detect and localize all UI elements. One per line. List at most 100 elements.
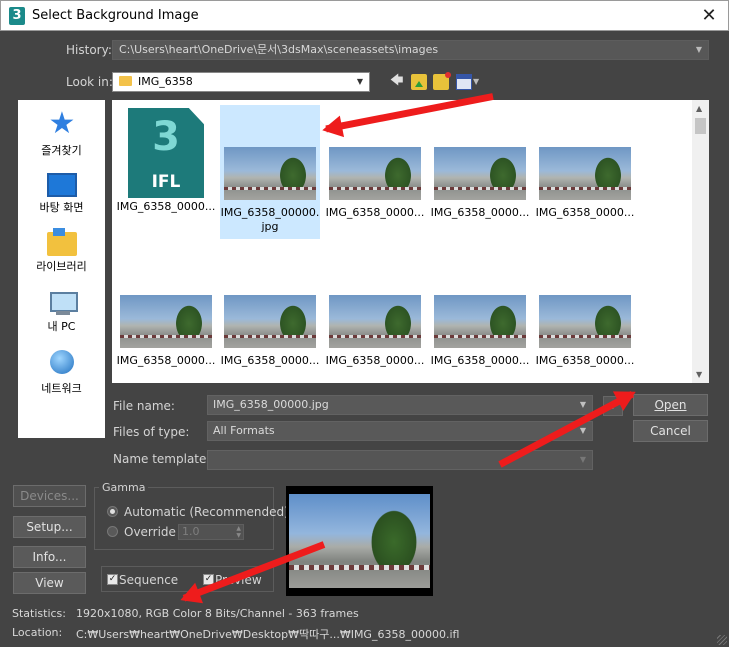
scroll-up-icon[interactable]: ▲ bbox=[696, 104, 702, 113]
devices-button[interactable]: Devices... bbox=[13, 485, 86, 507]
image-thumbnail bbox=[224, 295, 316, 348]
file-list-scrollbar[interactable]: ▲ ▼ bbox=[692, 100, 709, 383]
image-thumbnail bbox=[224, 147, 316, 200]
file-name-value: IMG_6358_00000.jpg bbox=[213, 398, 329, 411]
file-name-text: IMG_6358_0000... bbox=[430, 206, 530, 219]
statistics-label: Statistics: bbox=[12, 607, 66, 620]
history-dropdown[interactable]: C:\Users\heart\OneDrive\문서\3dsMax\scenea… bbox=[112, 40, 709, 60]
file-name-text: IMG_6358_0000... bbox=[116, 200, 216, 213]
name-template-dropdown[interactable]: ▼ bbox=[207, 450, 593, 470]
places-bar: 즐겨찾기 바탕 화면 라이브러리 내 PC 네트워크 bbox=[18, 100, 105, 438]
look-in-dropdown[interactable]: IMG_6358 ▼ bbox=[112, 72, 370, 92]
file-name-text: IMG_6358_0000... bbox=[220, 354, 320, 367]
file-item[interactable]: IMG_6358_0000... bbox=[535, 295, 635, 368]
file-item[interactable]: IMG_6358_0000... bbox=[325, 147, 425, 220]
file-name-text: IMG_6358_0000... bbox=[535, 354, 635, 367]
chevron-down-icon[interactable]: ▼ bbox=[473, 77, 483, 93]
favorites-star-icon bbox=[47, 106, 77, 141]
look-in-label: Look in: bbox=[66, 75, 113, 89]
image-thumbnail bbox=[329, 295, 421, 348]
up-one-level-icon[interactable] bbox=[411, 74, 427, 90]
image-preview bbox=[286, 486, 433, 596]
file-item[interactable]: IMG_6358_0000... bbox=[535, 147, 635, 220]
files-of-type-value: All Formats bbox=[213, 424, 275, 437]
file-name-text: IMG_6358_0000... bbox=[535, 206, 635, 219]
chevron-down-icon: ▼ bbox=[579, 400, 586, 409]
place-library[interactable]: 라이브러리 bbox=[18, 228, 105, 287]
spin-up-icon[interactable]: ▲ bbox=[236, 525, 241, 532]
gamma-override-radio[interactable] bbox=[107, 526, 118, 537]
gamma-override-spinner[interactable]: 1.0 ▲ ▼ bbox=[178, 524, 244, 540]
image-thumbnail bbox=[539, 295, 631, 348]
info-button[interactable]: Info... bbox=[13, 546, 86, 568]
image-thumbnail bbox=[329, 147, 421, 200]
sequence-checkbox[interactable]: ✓ bbox=[107, 574, 118, 585]
desktop-icon bbox=[46, 173, 77, 197]
view-button[interactable]: View bbox=[13, 572, 86, 594]
setup-button[interactable]: Setup... bbox=[13, 516, 86, 538]
name-template-label: Name template: bbox=[113, 452, 211, 466]
chevron-down-icon: ▼ bbox=[579, 455, 586, 464]
folder-icon bbox=[119, 76, 132, 86]
file-item-selected[interactable]: IMG_6358_00000.jpg bbox=[220, 105, 320, 239]
scrollbar-thumb[interactable] bbox=[695, 118, 706, 134]
file-item-ifl[interactable]: 3 IFL IMG_6358_0000... bbox=[116, 108, 216, 214]
place-label: 바탕 화면 bbox=[39, 201, 84, 214]
image-thumbnail bbox=[539, 147, 631, 200]
file-item[interactable]: IMG_6358_0000... bbox=[430, 295, 530, 368]
statistics-value: 1920x1080, RGB Color 8 Bits/Channel - 36… bbox=[76, 607, 359, 620]
spin-down-icon[interactable]: ▼ bbox=[236, 532, 241, 539]
open-button[interactable]: Open bbox=[633, 394, 708, 416]
history-label: History: bbox=[66, 43, 112, 57]
file-item[interactable]: IMG_6358_0000... bbox=[430, 147, 530, 220]
place-this-pc[interactable]: 내 PC bbox=[18, 289, 105, 347]
place-desktop[interactable]: 바탕 화면 bbox=[18, 170, 105, 228]
back-arrow-icon[interactable]: 🡄 bbox=[390, 74, 406, 90]
cancel-button[interactable]: Cancel bbox=[633, 420, 708, 442]
file-item[interactable]: IMG_6358_0000... bbox=[325, 295, 425, 368]
3dsmax-app-icon: 3 bbox=[9, 7, 25, 25]
ifl-icon-glyph: 3 bbox=[152, 114, 180, 160]
preview-image bbox=[289, 494, 430, 588]
file-name-input[interactable]: IMG_6358_00000.jpg ▼ bbox=[207, 395, 593, 415]
files-of-type-dropdown[interactable]: All Formats ▼ bbox=[207, 421, 593, 441]
files-of-type-label: Files of type: bbox=[113, 425, 190, 439]
image-thumbnail bbox=[434, 295, 526, 348]
ifl-file-icon: 3 IFL bbox=[128, 108, 204, 198]
scroll-down-icon[interactable]: ▼ bbox=[696, 370, 702, 379]
image-thumbnail bbox=[434, 147, 526, 200]
resize-grip-icon[interactable] bbox=[717, 635, 727, 645]
gamma-automatic-radio[interactable] bbox=[107, 506, 118, 517]
sequence-label: Sequence bbox=[119, 573, 179, 587]
place-label: 내 PC bbox=[47, 320, 76, 333]
gamma-override-value: 1.0 bbox=[182, 525, 200, 538]
spinner-arrows-icon[interactable]: ▲ ▼ bbox=[236, 525, 241, 539]
place-favorites[interactable]: 즐겨찾기 bbox=[18, 106, 105, 168]
place-label: 즐겨찾기 bbox=[41, 144, 82, 157]
gamma-title: Gamma bbox=[99, 481, 149, 494]
file-name-text: IMG_6358_00000.jpg bbox=[220, 206, 320, 233]
place-network[interactable]: 네트워크 bbox=[18, 348, 105, 406]
file-list[interactable]: 3 IFL IMG_6358_0000... IMG_6358_00000.jp… bbox=[112, 100, 709, 383]
chevron-down-icon: ▼ bbox=[695, 45, 702, 54]
file-item[interactable]: IMG_6358_0000... bbox=[116, 295, 216, 368]
place-label: 라이브러리 bbox=[36, 260, 87, 273]
history-value: C:\Users\heart\OneDrive\문서\3dsMax\scenea… bbox=[119, 43, 439, 56]
location-value: C:₩Users₩heart₩OneDrive₩Desktop₩딱따구...₩I… bbox=[76, 628, 460, 641]
network-icon bbox=[47, 348, 77, 378]
ifl-icon-ext: IFL bbox=[151, 172, 181, 192]
file-name-text: IMG_6358_0000... bbox=[325, 206, 425, 219]
chevron-down-icon: ▼ bbox=[356, 77, 363, 86]
look-in-value: IMG_6358 bbox=[138, 75, 193, 88]
new-folder-icon[interactable] bbox=[433, 72, 451, 90]
window-title: Select Background Image bbox=[32, 8, 199, 23]
file-name-label: File name: bbox=[113, 399, 175, 413]
file-item[interactable]: IMG_6358_0000... bbox=[220, 295, 320, 368]
close-button[interactable]: ✕ bbox=[698, 5, 720, 26]
library-icon bbox=[46, 228, 77, 256]
view-menu-icon[interactable] bbox=[456, 74, 472, 90]
location-label: Location: bbox=[12, 626, 63, 639]
title-bar: 3 Select Background Image ✕ bbox=[0, 0, 729, 31]
place-label: 네트워크 bbox=[41, 382, 82, 395]
image-thumbnail bbox=[120, 295, 212, 348]
